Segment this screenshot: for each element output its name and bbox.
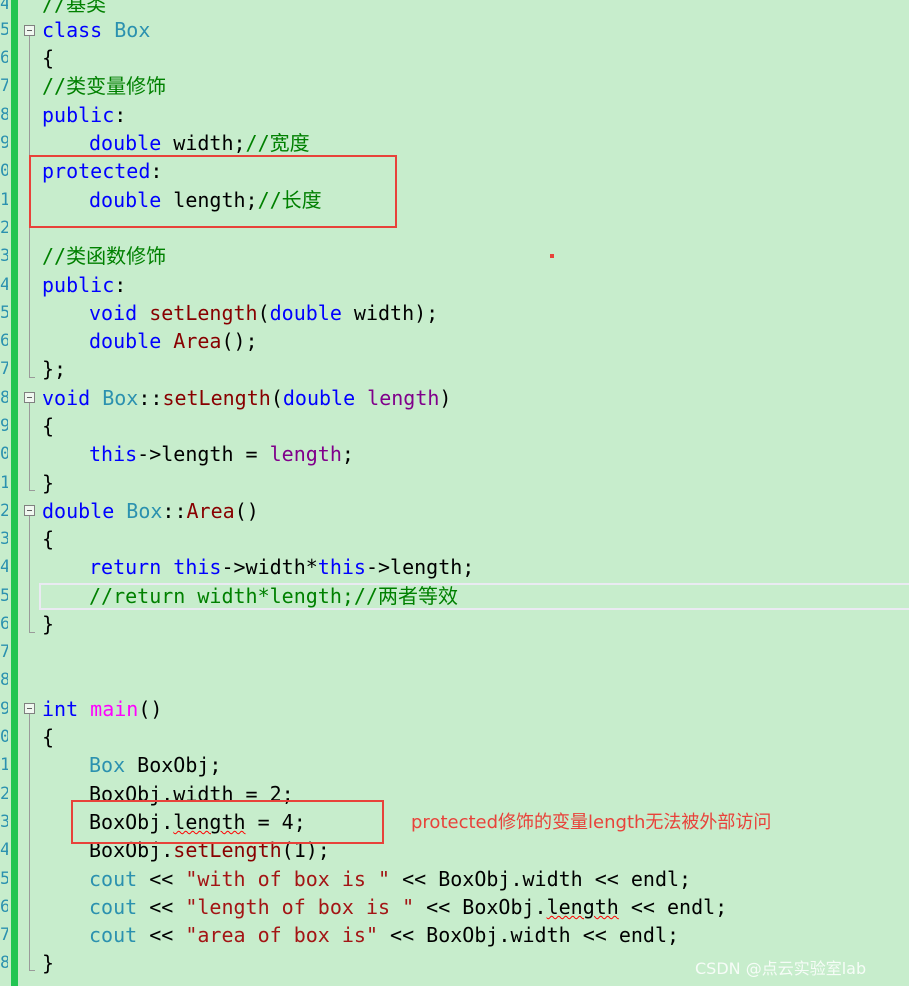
fold-guide-end — [29, 632, 35, 633]
line-number: 5 — [0, 586, 8, 606]
line-number: 6 — [0, 331, 8, 351]
line-number: 7 — [0, 642, 8, 662]
line-number: 3 — [0, 529, 8, 549]
code-line[interactable]: class Box — [42, 16, 150, 44]
code-line[interactable]: public: — [42, 101, 126, 129]
fold-guide-line — [29, 403, 30, 490]
code-line[interactable]: this->length = length; — [42, 440, 354, 468]
line-number: 4 — [0, 557, 8, 577]
fold-collapse-icon[interactable] — [24, 703, 35, 714]
line-number: 7 — [0, 359, 8, 379]
line-number: 6 — [0, 614, 8, 634]
line-number: 0 — [0, 161, 8, 181]
change-tracking-bar — [11, 0, 18, 986]
line-number: 2 — [0, 218, 8, 238]
fold-guide-line — [29, 714, 30, 970]
code-line[interactable]: } — [42, 949, 54, 977]
stray-red-dot — [550, 254, 554, 258]
code-line[interactable]: void setLength(double width); — [42, 299, 438, 327]
code-line[interactable]: return this->width*this->length; — [42, 553, 474, 581]
code-line[interactable]: { — [42, 412, 54, 440]
code-line[interactable]: cout << "length of box is " << BoxObj.le… — [42, 893, 727, 921]
fold-collapse-icon[interactable] — [24, 505, 35, 516]
line-number: 5 — [0, 303, 8, 323]
line-number: 8 — [0, 388, 8, 408]
line-number: 3 — [0, 246, 8, 266]
code-line[interactable]: cout << "area of box is" << BoxObj.width… — [42, 921, 679, 949]
code-line[interactable]: cout << "with of box is " << BoxObj.widt… — [42, 865, 691, 893]
line-number: 0 — [0, 727, 8, 747]
line-number: 7 — [0, 76, 8, 96]
line-number: 9 — [0, 699, 8, 719]
error-squiggle: length — [546, 895, 619, 919]
line-number: 8 — [0, 953, 8, 973]
code-line[interactable]: }; — [42, 355, 66, 383]
line-number: 6 — [0, 897, 8, 917]
fold-guide-end — [29, 377, 35, 378]
line-number: 4 — [0, 275, 8, 295]
fold-guide-end — [29, 970, 35, 971]
fold-guide-end — [29, 490, 35, 491]
line-number: 2 — [0, 501, 8, 521]
line-number: 3 — [0, 812, 8, 832]
code-line[interactable]: { — [42, 525, 54, 553]
line-number: 8 — [0, 670, 8, 690]
protected-section-highlight-box — [29, 155, 397, 228]
code-line[interactable]: //类变量修饰 — [42, 72, 166, 100]
line-number: 5 — [0, 20, 8, 40]
code-line[interactable]: } — [42, 610, 54, 638]
code-line[interactable]: double Area(); — [42, 327, 258, 355]
line-number: 6 — [0, 48, 8, 68]
line-number: 5 — [0, 869, 8, 889]
line-number: 1 — [0, 473, 8, 493]
line-number: 1 — [0, 190, 8, 210]
line-number: 1 — [0, 755, 8, 775]
code-line[interactable]: public: — [42, 271, 126, 299]
code-line[interactable]: void Box::setLength(double length) — [42, 384, 451, 412]
code-line[interactable]: { — [42, 44, 54, 72]
line-number: 0 — [0, 444, 8, 464]
code-line[interactable]: //return width*length;//两者等效 — [42, 582, 458, 610]
fold-guide-line — [29, 516, 30, 632]
watermark: CSDN @点云实验室lab — [695, 959, 867, 978]
code-line[interactable]: int main() — [42, 695, 162, 723]
line-number: 2 — [0, 784, 8, 804]
code-line[interactable]: Box BoxObj; — [42, 751, 221, 779]
code-line[interactable]: double width;//宽度 — [42, 129, 310, 157]
error-line-highlight-box — [71, 800, 384, 844]
line-number: 4 — [0, 840, 8, 860]
line-number: 9 — [0, 416, 8, 436]
line-number: 7 — [0, 925, 8, 945]
code-line[interactable]: { — [42, 723, 54, 751]
code-line[interactable]: double Box::Area() — [42, 497, 259, 525]
line-number: 9 — [0, 133, 8, 153]
annotation-text: protected修饰的变量length无法被外部访问 — [411, 812, 772, 833]
code-line[interactable]: } — [42, 469, 54, 497]
line-number: 8 — [0, 105, 8, 125]
fold-collapse-icon[interactable] — [24, 25, 35, 36]
fold-collapse-icon[interactable] — [24, 392, 35, 403]
code-line[interactable]: //类函数修饰 — [42, 242, 166, 270]
